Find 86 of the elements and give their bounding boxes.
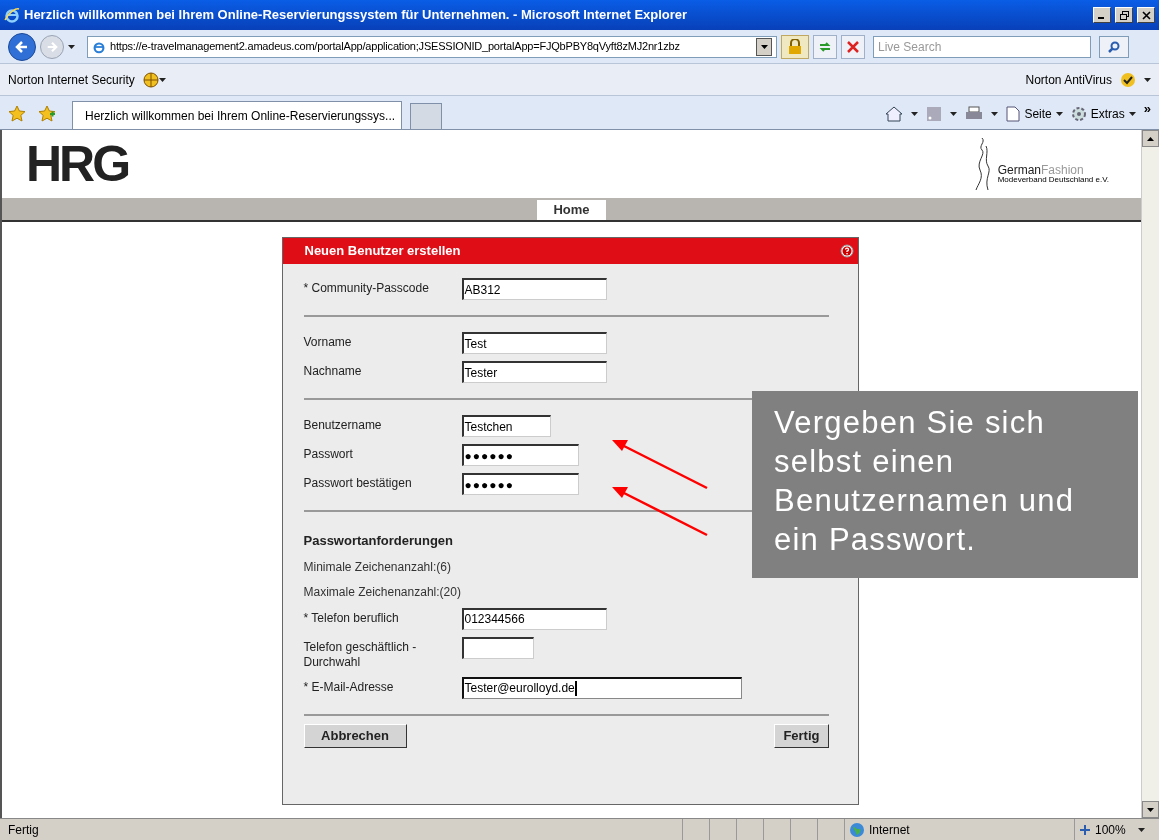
caret-icon <box>68 44 75 49</box>
form-header: Neuen Benutzer erstellen <box>282 238 858 264</box>
caret-icon <box>1055 112 1063 116</box>
more-button[interactable]: » <box>1143 99 1151 119</box>
padlock-icon <box>788 38 802 55</box>
printer-icon[interactable] <box>965 106 984 122</box>
page-menu[interactable]: Seite <box>1006 105 1063 123</box>
zoom-icon <box>1079 823 1091 836</box>
input-field[interactable]: Tester@eurolloyd.de <box>461 676 742 699</box>
forward-arrow-icon <box>46 40 58 53</box>
help-icon[interactable] <box>839 244 854 258</box>
toolbar-label: Norton AntiVirus <box>1025 71 1112 89</box>
caret-icon <box>911 112 919 116</box>
input-field[interactable]: Test <box>461 332 607 354</box>
down-arrow-icon <box>1147 807 1154 812</box>
scrollbar[interactable] <box>1141 130 1159 818</box>
browser-tab[interactable]: Herzlich willkommen bei Ihrem Online-Reservierungssys... <box>72 101 402 129</box>
cancel-button[interactable]: Abbrechen <box>303 723 407 748</box>
nav-tab[interactable]: Home <box>537 200 606 220</box>
field-label: * Community-Passcode <box>303 280 430 296</box>
text-cursor <box>574 680 577 696</box>
caret-icon <box>760 44 768 49</box>
document-icon <box>1006 106 1021 122</box>
star-icon[interactable] <box>8 105 26 123</box>
status-text: Fertig <box>7 821 40 839</box>
field-label: Nachname <box>303 363 363 379</box>
search-button[interactable] <box>1099 35 1129 58</box>
search-icon <box>1108 40 1120 53</box>
toolbar-label: Norton Internet Security <box>8 71 135 89</box>
globe-icon <box>849 821 865 838</box>
back-button[interactable] <box>8 32 36 61</box>
add-favorite-icon[interactable] <box>38 105 56 123</box>
caret-icon <box>1144 77 1151 82</box>
input-field[interactable]: Testchen <box>461 415 551 437</box>
home-icon[interactable] <box>885 106 904 122</box>
tools-menu[interactable]: Extras <box>1070 105 1136 123</box>
refresh-icon <box>818 39 832 54</box>
field-label: Vorname <box>303 334 353 350</box>
input-field[interactable] <box>461 636 534 659</box>
requirement-note: Minimale Zeichenanzahl:(6) <box>303 558 451 576</box>
input-field[interactable]: 012344566 <box>461 607 607 630</box>
page-icon <box>92 39 106 54</box>
refresh-button[interactable] <box>813 34 837 59</box>
window-title: Herzlich willkommen bei Ihrem Online-Reservierungssystem für Unternehmen. - Microsoft Internet Explorer <box>24 6 689 25</box>
search-field[interactable]: Live Search <box>873 35 1091 58</box>
globe-icon[interactable] <box>142 71 159 88</box>
callout-box: Vergeben Sie sich selbst einen Benutzernamen und ein Passwort. <box>752 391 1138 578</box>
caret-icon <box>1128 112 1136 116</box>
password-field[interactable]: ●●●●●● <box>461 444 579 466</box>
close-button[interactable] <box>1137 7 1155 23</box>
partner-logo: GermanFashion Modeverband Deutschland e.V. <box>973 136 1109 192</box>
dropdown-button[interactable] <box>756 37 772 56</box>
field-label: Telefon geschäftlich - Durchwahl <box>303 638 418 670</box>
stop-button[interactable] <box>841 34 865 59</box>
gear-icon <box>1070 106 1087 122</box>
close-icon <box>1141 10 1151 20</box>
field-label: * E-Mail-Adresse <box>303 678 395 695</box>
requirement-note: Maximale Zeichenanzahl:(20) <box>303 583 461 601</box>
maximize-button[interactable] <box>1115 7 1133 23</box>
restore-icon <box>1119 10 1129 20</box>
security-zone: Internet <box>844 819 1074 840</box>
field-label: * Telefon beruflich <box>303 609 400 626</box>
section-heading: Passwortanforderungen <box>303 532 454 550</box>
caret-icon <box>158 77 166 82</box>
done-button[interactable]: Fertig <box>774 723 829 748</box>
caret-icon <box>950 112 958 116</box>
field-label: Benutzername <box>303 417 383 433</box>
hrg-logo: HRG <box>26 139 129 189</box>
minimize-button[interactable] <box>1093 7 1111 23</box>
field-label: Passwort bestätigen <box>303 475 413 491</box>
field-label: Passwort <box>303 446 354 462</box>
scroll-down-button[interactable] <box>1142 801 1159 818</box>
caret-icon <box>991 112 999 116</box>
stop-icon <box>847 40 859 53</box>
caret-icon <box>1137 827 1145 832</box>
lock-icon[interactable] <box>781 34 809 59</box>
back-arrow-icon <box>15 39 29 54</box>
zoom-control[interactable]: 100% <box>1074 819 1159 840</box>
up-arrow-icon <box>1147 136 1154 141</box>
input-field[interactable]: Tester <box>461 361 607 383</box>
input-field[interactable]: AB312 <box>461 278 607 300</box>
scroll-up-button[interactable] <box>1142 130 1159 147</box>
password-field[interactable]: ●●●●●● <box>461 473 579 495</box>
browser-logo-icon <box>4 7 20 23</box>
shield-icon[interactable] <box>1120 71 1136 88</box>
address-field[interactable]: https://e-travelmanagement2.amadeus.com/portalApp/application;JSESSIONID_portalApp=FJQbPBY8qVyft8zMJ2nr1zbz <box>87 35 777 58</box>
